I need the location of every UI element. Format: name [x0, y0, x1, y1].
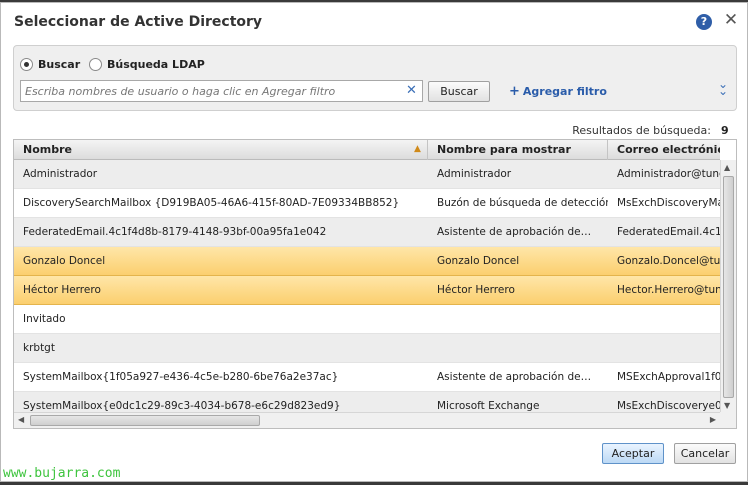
search-input[interactable] [20, 80, 423, 102]
table-row[interactable]: SystemMailbox{1f05a927-e436-4c5e-b280-6b… [14, 363, 720, 392]
cell-email: MsExchDiscoveryMai [617, 197, 720, 209]
cell-name: Héctor Herrero [23, 284, 101, 296]
cell-name: DiscoverySearchMailbox {D919BA05-46A6-41… [23, 197, 400, 209]
cell-display-name: Buzón de búsqueda de detección [437, 197, 608, 209]
table-row[interactable]: FederatedEmail.4c1f4d8b-8179-4148-93bf-0… [14, 218, 720, 247]
accept-button[interactable]: Aceptar [602, 443, 664, 464]
radio-ldap-dot[interactable] [89, 58, 102, 71]
table-body: Administrador Administrador Administrador@… [14, 160, 720, 421]
cell-display-name: Administrador [437, 168, 512, 180]
dialog-title: Seleccionar de Active Directory [14, 14, 263, 30]
cell-name: SystemMailbox{1f05a927-e436-4c5e-b280-6b… [23, 371, 339, 383]
column-header-email[interactable]: Correo electrónico [608, 140, 720, 160]
table-row[interactable]: Invitado [14, 305, 720, 334]
column-header-display-name[interactable]: Nombre para mostrar [428, 140, 608, 160]
column-header-email-label: Correo electrónico [617, 143, 720, 156]
search-panel: Buscar Búsqueda LDAP ✕ Buscar +Agregar f… [13, 45, 737, 111]
cell-display-name: Asistente de aprobación de… [437, 371, 592, 383]
results-table: Nombre ▲ Nombre para mostrar Correo elec… [13, 139, 737, 429]
cell-email: Administrador@tund [617, 168, 720, 180]
sort-ascending-icon: ▲ [414, 144, 421, 154]
cell-display-name [428, 305, 608, 333]
cell-name: krbtgt [23, 342, 55, 354]
column-header-display-label: Nombre para mostrar [437, 143, 571, 156]
add-filter-link[interactable]: + Agregar filtro [509, 84, 607, 99]
clear-search-icon[interactable]: ✕ [406, 83, 417, 98]
add-filter-label: Agregar filtro [522, 85, 607, 98]
cell-email: MSExchApproval1f05 [617, 371, 720, 383]
table-row[interactable]: Gonzalo Doncel Gonzalo Doncel Gonzalo.Donc… [14, 247, 720, 276]
watermark: www.bujarra.com [3, 466, 121, 481]
radio-search-dot[interactable] [20, 58, 33, 71]
search-button[interactable]: Buscar [428, 81, 490, 102]
radio-ldap-search[interactable]: Búsqueda LDAP [89, 58, 205, 71]
horizontal-scrollbar[interactable]: ◀ ▶ [14, 412, 720, 428]
vertical-scroll-thumb[interactable] [723, 176, 734, 398]
table-row[interactable]: DiscoverySearchMailbox {D919BA05-46A6-41… [14, 189, 720, 218]
scroll-corner [720, 412, 736, 428]
table-header: Nombre ▲ Nombre para mostrar Correo elec… [14, 140, 720, 160]
radio-search-label: Buscar [38, 58, 81, 71]
cell-email: FederatedEmail.4c1f4 [617, 226, 720, 238]
scroll-down-icon[interactable]: ▼ [724, 401, 730, 410]
close-icon[interactable]: ✕ [723, 11, 739, 29]
cell-display-name [428, 334, 608, 362]
results-count: 9 [721, 124, 729, 137]
cell-email [608, 305, 720, 333]
scroll-left-icon[interactable]: ◀ [18, 415, 24, 424]
title-bar: Seleccionar de Active Directory ? ✕ [1, 3, 747, 39]
plus-icon: + [509, 84, 520, 99]
cell-display-name: Asistente de aprobación de… [437, 226, 592, 238]
cell-email: Hector.Herrero@tund [617, 284, 720, 296]
scroll-right-icon[interactable]: ▶ [710, 415, 716, 424]
cell-name: FederatedEmail.4c1f4d8b-8179-4148-93bf-0… [23, 226, 327, 238]
table-row[interactable]: Administrador Administrador Administrador@… [14, 160, 720, 189]
table-row[interactable]: Héctor Herrero Héctor Herrero Hector.Herre… [14, 276, 720, 305]
cell-name: Invitado [23, 313, 66, 325]
active-directory-dialog: Seleccionar de Active Directory ? ✕ Busc… [0, 2, 748, 482]
cancel-button[interactable]: Cancelar [674, 443, 736, 464]
column-header-name-label: Nombre [23, 143, 72, 156]
cell-display-name: Gonzalo Doncel [437, 255, 520, 267]
cell-email [608, 334, 720, 362]
help-icon[interactable]: ? [696, 14, 712, 30]
radio-ldap-label: Búsqueda LDAP [107, 58, 205, 71]
expand-chevron-icon[interactable]: ⌄ ⌄ [717, 78, 729, 97]
vertical-scrollbar[interactable]: ▲ ▼ [720, 160, 736, 413]
cell-display-name: Héctor Herrero [437, 284, 515, 296]
cell-email: Gonzalo.Doncel@tund [617, 255, 720, 267]
scroll-up-icon[interactable]: ▲ [724, 163, 730, 172]
radio-search[interactable]: Buscar [20, 58, 80, 71]
results-label: Resultados de búsqueda: [572, 124, 711, 137]
cell-name: Administrador [23, 168, 98, 180]
table-row[interactable]: krbtgt [14, 334, 720, 363]
cell-name: Gonzalo Doncel [23, 255, 106, 267]
horizontal-scroll-thumb[interactable] [30, 415, 260, 426]
column-header-name[interactable]: Nombre [14, 140, 428, 160]
